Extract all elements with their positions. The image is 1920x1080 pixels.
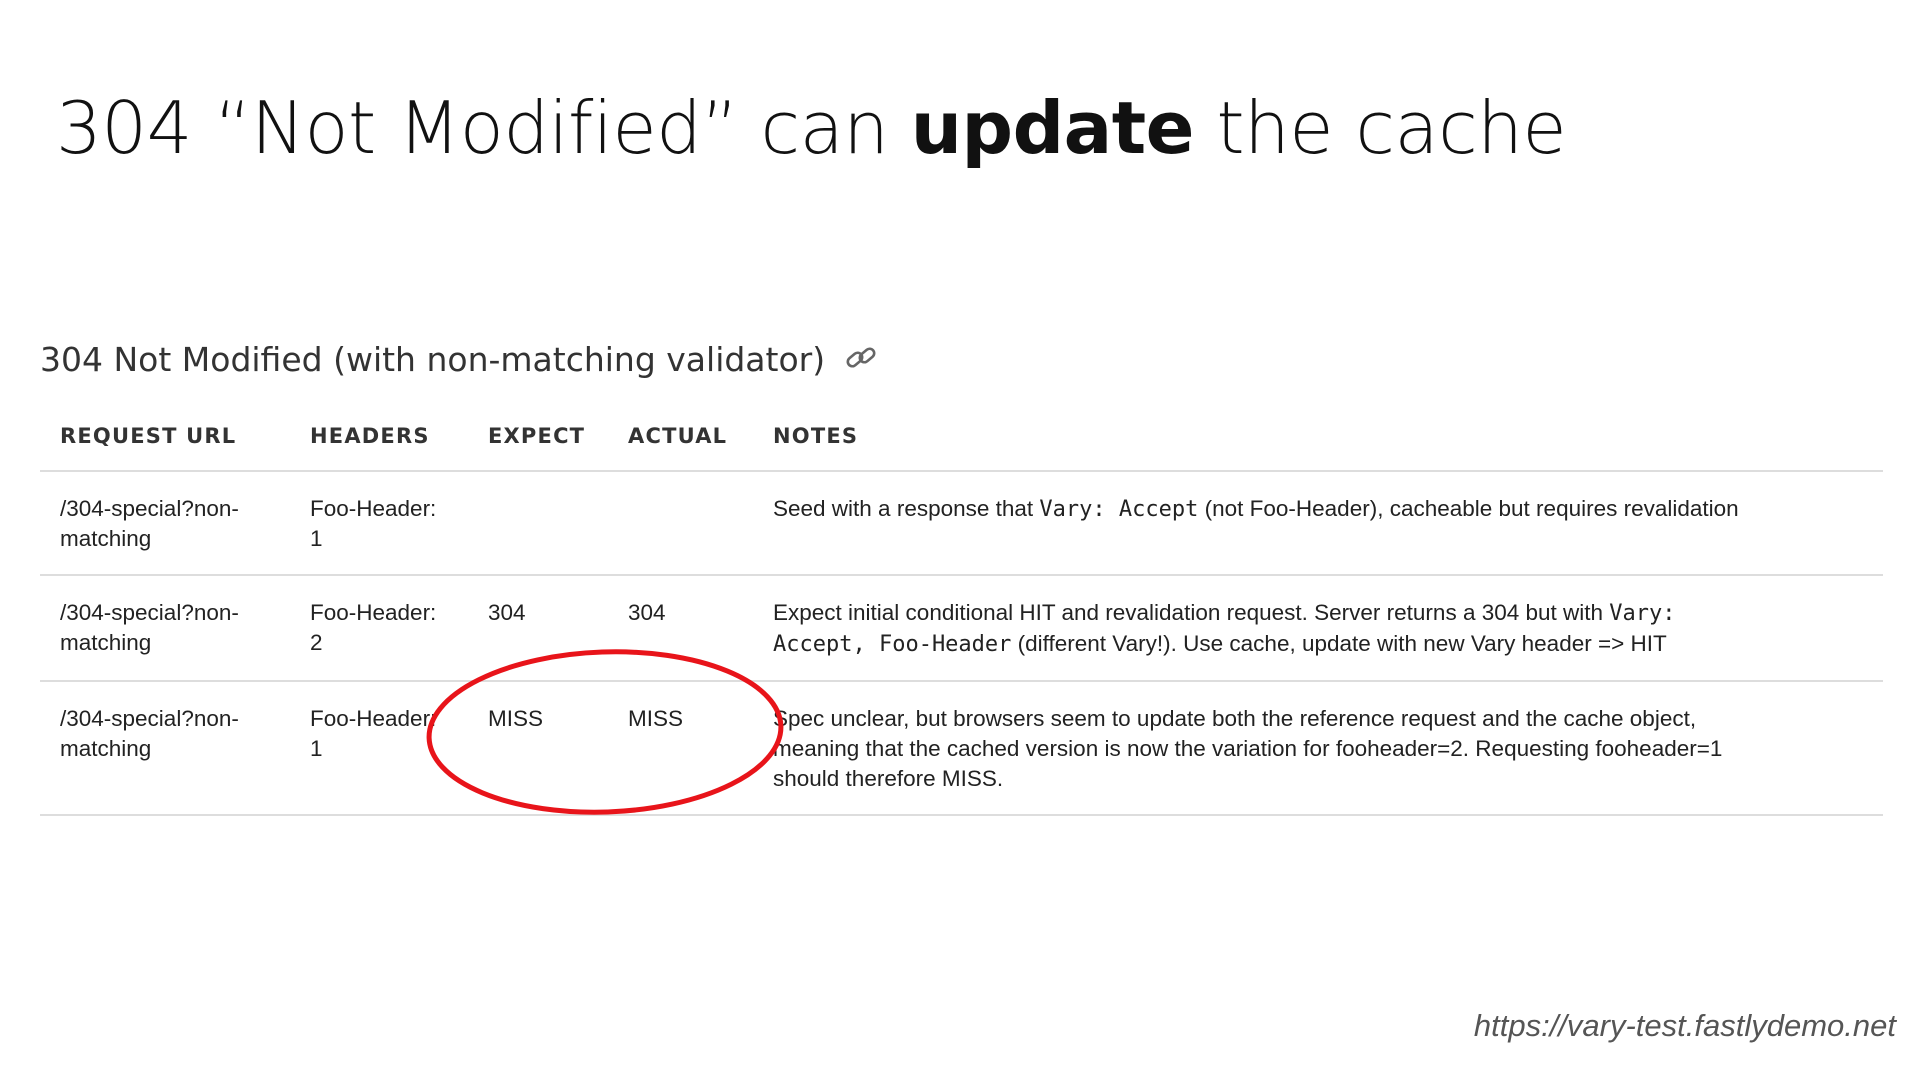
notes-text: (different Vary!). Use cache, update wit…	[1011, 631, 1667, 656]
column-header-expect: EXPECT	[468, 410, 608, 472]
request-url-line: matching	[60, 526, 152, 551]
request-url-line: matching	[60, 736, 152, 761]
request-url-line: /304-special?non-	[60, 496, 239, 521]
notes-cell: Spec unclear, but browsers seem to updat…	[753, 681, 1883, 816]
notes-code: Vary: Accept	[1039, 497, 1199, 522]
actual-cell: 304	[608, 575, 753, 682]
notes-code: Vary:	[1609, 601, 1676, 626]
request-url-line: /304-special?non-	[60, 600, 239, 625]
title-text-start: 304 “Not Modified” can	[56, 86, 911, 170]
column-header-request-url: REQUEST URL	[40, 410, 290, 472]
notes-code: Accept, Foo-Header	[773, 632, 1012, 657]
notes-text: meaning that the cached version is now t…	[773, 736, 1723, 761]
actual-cell	[608, 471, 753, 576]
actual-cell: MISS	[608, 681, 753, 816]
notes-text: Seed with a response that	[773, 496, 1040, 521]
request-url-line: /304-special?non-	[60, 706, 239, 731]
table-row: /304-special?non- matching Foo-Header: 2…	[40, 575, 1883, 682]
expect-cell: MISS	[468, 681, 608, 816]
header-value: 2	[310, 630, 323, 655]
request-url-line: matching	[60, 630, 152, 655]
headers-cell: Foo-Header: 1	[290, 681, 468, 816]
notes-text: should therefore MISS.	[773, 766, 1004, 791]
expect-cell	[468, 471, 608, 576]
title-text-end: the cache	[1193, 86, 1567, 170]
table-row: /304-special?non- matching Foo-Header: 1…	[40, 681, 1883, 816]
table-header-row: REQUEST URL HEADERS EXPECT ACTUAL NOTES	[40, 410, 1883, 472]
headers-cell: Foo-Header: 1	[290, 471, 468, 576]
notes-text: Spec unclear, but browsers seem to updat…	[773, 706, 1697, 731]
notes-cell: Expect initial conditional HIT and reval…	[753, 575, 1883, 682]
section-heading: 304 Not Modified (with non-matching vali…	[40, 340, 878, 379]
table-row: /304-special?non- matching Foo-Header: 1…	[40, 471, 1883, 576]
request-url-cell: /304-special?non- matching	[40, 681, 290, 816]
headers-cell: Foo-Header: 2	[290, 575, 468, 682]
header-name: Foo-Header:	[310, 600, 437, 625]
header-value: 1	[310, 736, 323, 761]
request-url-cell: /304-special?non- matching	[40, 471, 290, 576]
header-value: 1	[310, 526, 323, 551]
notes-cell: Seed with a response that Vary: Accept (…	[753, 471, 1883, 576]
link-icon[interactable]	[844, 342, 878, 372]
expect-cell: 304	[468, 575, 608, 682]
header-name: Foo-Header:	[310, 496, 437, 521]
column-header-headers: HEADERS	[290, 410, 468, 472]
section-heading-text: 304 Not Modified (with non-matching vali…	[40, 340, 826, 379]
slide-title: 304 “Not Modified” can update the cache	[56, 86, 1567, 170]
footer-source-url[interactable]: https://vary-test.fastlydemo.net	[1474, 1008, 1896, 1044]
notes-text: Expect initial conditional HIT and reval…	[773, 600, 1610, 625]
column-header-notes: NOTES	[753, 410, 1883, 472]
header-name: Foo-Header:	[310, 706, 437, 731]
notes-text: (not Foo-Header), cacheable but requires…	[1198, 496, 1739, 521]
request-url-cell: /304-special?non- matching	[40, 575, 290, 682]
column-header-actual: ACTUAL	[608, 410, 753, 472]
results-table: REQUEST URL HEADERS EXPECT ACTUAL NOTES …	[40, 410, 1883, 816]
title-text-bold: update	[910, 86, 1195, 170]
